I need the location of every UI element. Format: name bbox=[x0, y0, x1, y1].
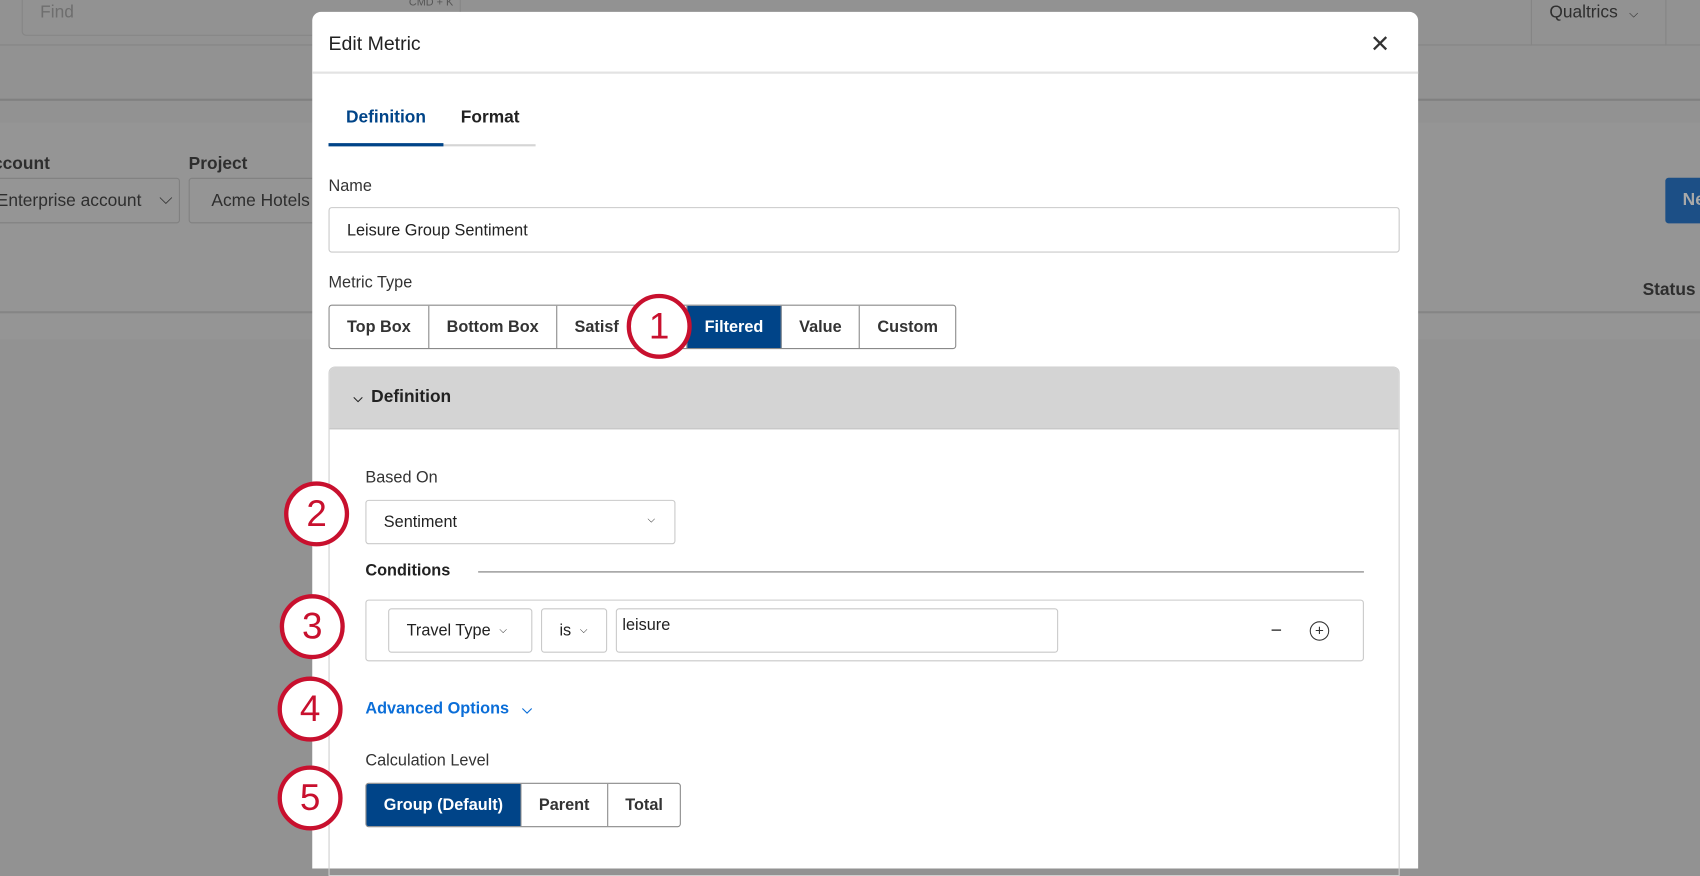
definition-panel-header[interactable]: ⌵ Definition bbox=[329, 367, 1399, 430]
condition-operator-select[interactable]: is ⌵ bbox=[541, 608, 608, 653]
chevron-down-icon: ⌵ bbox=[522, 701, 532, 717]
condition-field-select[interactable]: Travel Type ⌵ bbox=[388, 608, 533, 653]
condition-field-value: Travel Type bbox=[406, 621, 491, 640]
chevron-down-icon: ⌵ bbox=[579, 624, 588, 636]
account-label: Account bbox=[0, 155, 50, 174]
metric-type-bottom-box[interactable]: Bottom Box bbox=[429, 305, 558, 349]
metric-type-label: Metric Type bbox=[328, 273, 413, 292]
advanced-options-label: Advanced Options bbox=[365, 699, 510, 718]
name-value: Leisure Group Sentiment bbox=[346, 220, 528, 240]
conditions-label: Conditions bbox=[365, 561, 451, 581]
condition-operator-value: is bbox=[559, 621, 572, 640]
calc-level-group[interactable]: Group (Default) bbox=[366, 783, 522, 827]
status-column-header: Status bbox=[1642, 280, 1696, 300]
tab-definition[interactable]: Definition bbox=[328, 105, 444, 147]
add-condition-icon[interactable]: + bbox=[1309, 621, 1330, 641]
calc-level-total[interactable]: Total bbox=[608, 784, 680, 826]
search-placeholder: Find bbox=[40, 3, 74, 22]
project-value: Acme Hotels bbox=[211, 191, 310, 211]
based-on-label: Based On bbox=[365, 468, 438, 487]
chevron-down-icon: ⌵ bbox=[1629, 7, 1639, 21]
project-label: Project bbox=[188, 155, 248, 174]
chevron-down-icon: ⌵ bbox=[647, 513, 655, 525]
calculation-level-label: Calculation Level bbox=[365, 751, 490, 770]
chevron-down-icon: ⌵ bbox=[353, 392, 363, 406]
org-menu-label: Qualtrics bbox=[1549, 3, 1618, 22]
metric-type-custom[interactable]: Custom bbox=[860, 306, 955, 348]
account-value: Enterprise account bbox=[0, 191, 142, 211]
conditions-divider bbox=[478, 571, 1364, 573]
tab-format[interactable]: Format bbox=[461, 108, 520, 128]
condition-value-input[interactable]: leisure bbox=[615, 608, 1059, 653]
callout-1: 1 bbox=[626, 293, 692, 359]
remove-condition-icon[interactable]: − bbox=[1271, 619, 1282, 642]
close-icon[interactable]: ✕ bbox=[1370, 30, 1390, 58]
new-button[interactable]: New bbox=[1665, 177, 1700, 224]
calc-level-parent[interactable]: Parent bbox=[522, 783, 608, 827]
based-on-select[interactable]: Sentiment ⌵ bbox=[365, 499, 676, 545]
org-menu[interactable]: Qualtrics ⌵ bbox=[1530, 0, 1667, 46]
metric-type-filtered[interactable]: Filtered bbox=[687, 305, 782, 349]
callout-5: 5 bbox=[277, 765, 343, 831]
chevron-down-icon: ⌵ bbox=[159, 189, 173, 209]
name-input[interactable]: Leisure Group Sentiment bbox=[328, 207, 1400, 253]
modal-title: Edit Metric bbox=[328, 32, 421, 55]
account-select[interactable]: Enterprise account ⌵ bbox=[0, 177, 180, 224]
new-button-label: New bbox=[1682, 190, 1700, 210]
metric-type-top-box[interactable]: Top Box bbox=[330, 305, 430, 349]
advanced-options-link[interactable]: Advanced Options ⌵ bbox=[365, 699, 532, 717]
edit-metric-modal: Edit Metric ✕ Definition Format Name Lei… bbox=[312, 11, 1419, 876]
based-on-value: Sentiment bbox=[383, 512, 458, 532]
calculation-level-selector: Group (Default) Parent Total bbox=[365, 782, 682, 828]
chevron-down-icon: ⌵ bbox=[499, 624, 507, 636]
callout-3: 3 bbox=[279, 594, 345, 660]
callout-2: 2 bbox=[284, 481, 350, 547]
search-shortcut: CMD + K bbox=[408, 0, 454, 9]
name-label: Name bbox=[328, 176, 372, 196]
modal-header: Edit Metric ✕ bbox=[312, 12, 1419, 74]
tabs: Definition Format bbox=[328, 105, 536, 147]
definition-panel-title: Definition bbox=[371, 388, 452, 407]
metric-type-value[interactable]: Value bbox=[782, 305, 861, 349]
callout-4: 4 bbox=[277, 676, 343, 742]
project-select[interactable]: Acme Hotels bbox=[188, 177, 330, 224]
condition-value: leisure bbox=[622, 615, 671, 635]
